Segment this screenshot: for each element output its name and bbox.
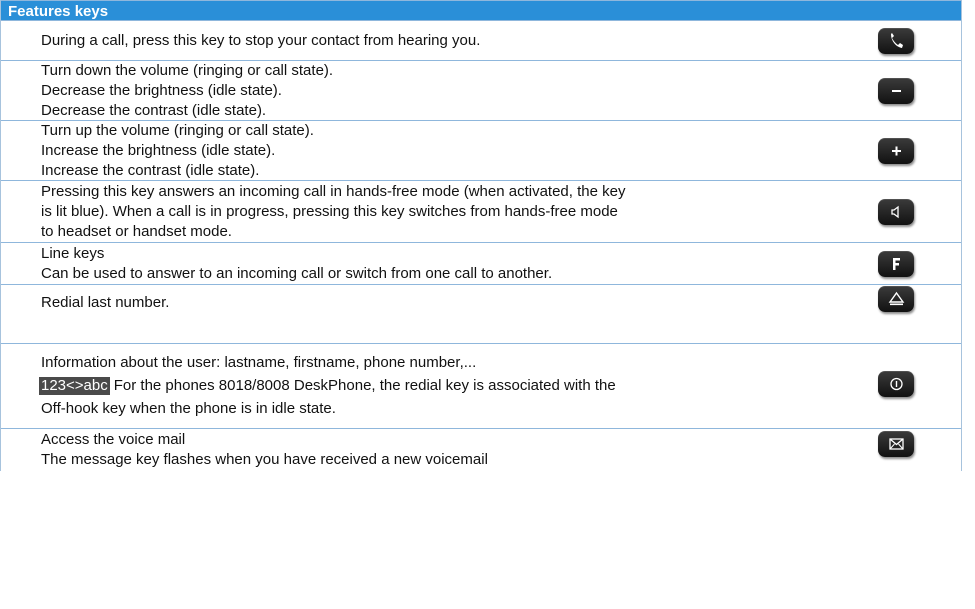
speaker-key-icon: [878, 199, 914, 225]
feature-description: Pressing this key answers an incoming ca…: [41, 182, 801, 242]
feature-text-line: Line keys: [41, 245, 105, 262]
line-key-icon: [878, 251, 914, 277]
feature-description: Access the voice mail The message key fl…: [41, 430, 801, 470]
feature-text-segment: For the phones 8018/8008 DeskPhone, the …: [113, 377, 616, 394]
redial-key-icon: [878, 286, 914, 312]
feature-text-line: Increase the brightness (idle state).: [41, 142, 276, 159]
feature-description: Line keys Can be used to answer to an in…: [41, 244, 801, 284]
information-key-icon: [878, 371, 914, 397]
feature-text-line: The message key flashes when you have re…: [41, 451, 488, 468]
features-keys-table: Features keys During a call, press this …: [0, 0, 962, 471]
feature-text-line: Information about the user: lastname, fi…: [41, 354, 477, 371]
voicemail-key-icon: [878, 431, 914, 457]
feature-description: Redial last number.: [41, 293, 801, 313]
feature-text-line: Turn up the volume (ringing or call stat…: [41, 122, 314, 139]
feature-row-mute: During a call, press this key to stop yo…: [1, 21, 961, 61]
feature-text-line: Off-hook key when the phone is in idle s…: [41, 400, 336, 417]
feature-row-redial: Redial last number.: [1, 285, 961, 344]
volume-up-key-icon: [878, 138, 914, 164]
feature-text-line: 123<>abc For the phones 8018/8008 DeskPho…: [39, 376, 801, 396]
feature-description: Turn down the volume (ringing or call st…: [41, 61, 801, 121]
feature-description: During a call, press this key to stop yo…: [41, 31, 801, 51]
mode-badge: 123<>abc: [39, 377, 110, 395]
feature-text-line: During a call, press this key to stop yo…: [41, 32, 481, 49]
feature-text-line: to headset or handset mode.: [41, 223, 232, 240]
feature-text-line: is lit blue). When a call is in progress…: [41, 203, 618, 220]
feature-text-line: Redial last number.: [41, 294, 170, 311]
feature-text-line: Access the voice mail: [41, 431, 186, 448]
feature-text-line: Decrease the brightness (idle state).: [41, 82, 282, 99]
feature-text-line: Turn down the volume (ringing or call st…: [41, 62, 334, 79]
volume-down-key-icon: [878, 78, 914, 104]
mute-handset-key-icon: [878, 28, 914, 54]
feature-row-voicemail: Access the voice mail The message key fl…: [1, 429, 961, 471]
feature-row-speaker: Pressing this key answers an incoming ca…: [1, 181, 961, 243]
feature-row-line-keys: Line keys Can be used to answer to an in…: [1, 243, 961, 285]
feature-description: Turn up the volume (ringing or call stat…: [41, 121, 801, 181]
table-header: Features keys: [1, 0, 961, 21]
feature-row-volume-down: Turn down the volume (ringing or call st…: [1, 61, 961, 121]
feature-row-volume-up: Turn up the volume (ringing or call stat…: [1, 121, 961, 181]
feature-text-line: Decrease the contrast (idle state).: [41, 102, 267, 119]
feature-description: Information about the user: lastname, fi…: [39, 353, 801, 419]
feature-text-line: Pressing this key answers an incoming ca…: [41, 183, 626, 200]
feature-row-information: Information about the user: lastname, fi…: [1, 344, 961, 429]
feature-text-line: Can be used to answer to an incoming cal…: [41, 265, 553, 282]
table-title: Features keys: [8, 3, 109, 20]
feature-text-line: Increase the contrast (idle state).: [41, 162, 260, 179]
